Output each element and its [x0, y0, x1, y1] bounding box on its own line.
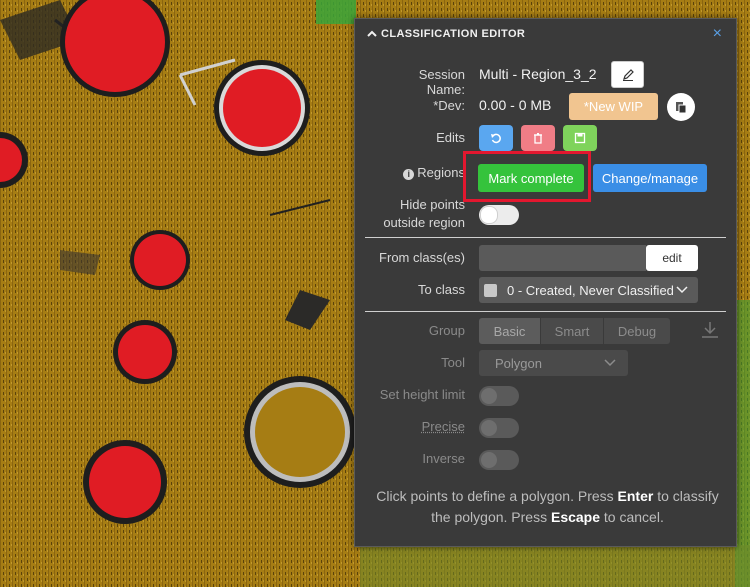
new-wip-button[interactable]: *New WIP — [569, 93, 658, 120]
mark-complete-button[interactable]: Mark complete — [478, 164, 584, 192]
hide-points-label: Hide points outside region — [365, 196, 465, 232]
classification-editor-panel: CLASSIFICATION EDITOR × Session Name: Mu… — [354, 18, 737, 547]
chevron-down-icon — [604, 359, 616, 367]
panel-title: CLASSIFICATION EDITOR — [381, 28, 526, 40]
hint-enter-key: Enter — [617, 488, 654, 504]
polygon-hint-text: Click points to define a polygon. Press … — [375, 486, 720, 528]
from-class-label: From class(es) — [379, 250, 465, 265]
trash-icon — [534, 133, 542, 144]
change-manage-button[interactable]: Change/manage — [593, 164, 707, 192]
info-icon: i — [403, 169, 415, 180]
tool-value: Polygon — [495, 355, 542, 371]
group-label: Group — [428, 323, 465, 338]
inverse-toggle[interactable] — [479, 450, 519, 470]
toggle-knob — [480, 206, 498, 224]
undo-button[interactable] — [479, 125, 513, 151]
toggle-knob — [481, 420, 497, 436]
from-class-input[interactable] — [479, 245, 646, 271]
save-edit-button[interactable] — [563, 125, 597, 151]
hint-escape-key: Escape — [550, 509, 601, 525]
hint-part-1: Click points to define a polygon. Press — [376, 488, 618, 504]
hide-points-toggle[interactable] — [479, 205, 519, 225]
toggle-knob — [481, 452, 497, 468]
tool-select[interactable]: Polygon — [479, 350, 628, 376]
session-name-value: Multi - Region_3_2 — [479, 66, 597, 82]
copy-button[interactable] — [667, 93, 695, 121]
rename-session-button[interactable] — [611, 61, 644, 88]
to-class-select[interactable]: 0 - Created, Never Classified — [479, 277, 698, 303]
precise-toggle[interactable] — [479, 418, 519, 438]
group-debug-tab[interactable]: Debug — [603, 318, 670, 344]
group-segmented-control: Basic Smart Debug — [479, 318, 670, 344]
dev-value: 0.00 - 0 MB — [479, 97, 552, 113]
session-name-label: Session Name: — [418, 67, 465, 97]
panel-header[interactable]: CLASSIFICATION EDITOR — [367, 28, 525, 40]
download-icon[interactable] — [701, 321, 719, 339]
group-basic-tab[interactable]: Basic — [479, 318, 540, 344]
pen-icon — [622, 68, 634, 81]
hide-points-label-line1: Hide points — [399, 197, 465, 212]
delete-edit-button[interactable] — [521, 125, 555, 151]
inverse-label: Inverse — [422, 451, 465, 466]
edit-from-class-button[interactable]: edit — [646, 245, 698, 271]
toggle-knob — [481, 388, 497, 404]
chevron-up-icon[interactable] — [367, 29, 377, 39]
copy-icon — [676, 102, 687, 114]
class-color-swatch — [484, 283, 497, 297]
save-icon — [574, 132, 586, 144]
hide-points-label-line2: outside region — [383, 215, 465, 230]
height-limit-toggle[interactable] — [479, 386, 519, 406]
close-icon[interactable]: × — [713, 25, 722, 43]
tool-label: Tool — [441, 355, 465, 370]
to-class-value: 0 - Created, Never Classified — [507, 282, 674, 298]
height-limit-label: Set height limit — [379, 387, 465, 402]
precise-label: Precise — [421, 419, 465, 434]
divider — [365, 237, 726, 238]
group-smart-tab[interactable]: Smart — [540, 318, 603, 344]
hint-part-3: to cancel. — [600, 509, 664, 525]
undo-icon — [491, 133, 501, 144]
dev-label: *Dev: — [433, 98, 465, 113]
regions-label: Regions — [417, 165, 465, 180]
chevron-down-icon — [676, 286, 688, 294]
regions-label-row: i Regions — [375, 165, 465, 180]
to-class-label: To class — [418, 282, 465, 297]
edits-label: Edits — [436, 130, 465, 145]
divider — [365, 311, 726, 312]
